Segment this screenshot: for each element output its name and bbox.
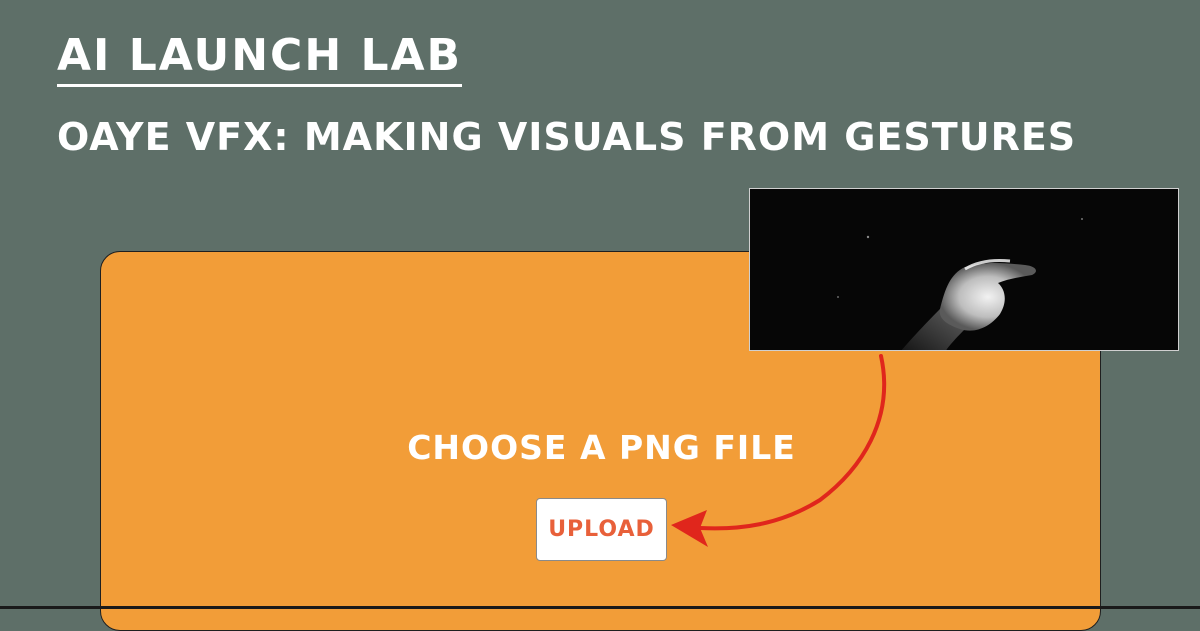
upload-prompt: CHOOSE A PNG FILE [407,428,796,467]
page-subtitle: OAYE VFX: MAKING VISUALS FROM GESTURES [57,115,1077,159]
upload-button[interactable]: UPLOAD [536,498,667,561]
page-title: AI LAUNCH LAB [57,28,463,87]
hand-gesture-icon [750,189,1178,350]
gesture-video-preview [749,188,1179,351]
